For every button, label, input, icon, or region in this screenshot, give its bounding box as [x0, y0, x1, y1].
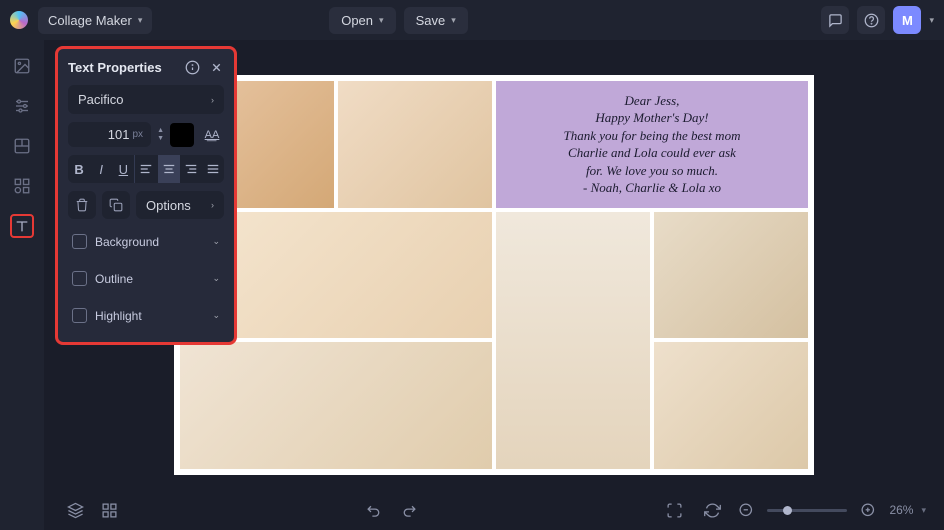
avatar-initial: M: [902, 13, 913, 28]
font-family-selector[interactable]: Pacifico ›: [68, 85, 224, 114]
collage-text-cell[interactable]: Dear Jess, Happy Mother's Day! Thank you…: [496, 81, 808, 208]
bold-button[interactable]: B: [68, 155, 90, 183]
zoom-value: 26%: [889, 503, 913, 517]
open-label: Open: [341, 13, 373, 28]
panel-head-actions: [184, 59, 224, 75]
align-right-button[interactable]: [180, 155, 202, 183]
header-right: M ▾: [821, 6, 934, 34]
background-section[interactable]: Background ⌄: [68, 227, 224, 256]
highlight-section[interactable]: Highlight ⌄: [68, 301, 224, 330]
zoom-out-icon[interactable]: [733, 497, 759, 523]
font-size-input[interactable]: 101px: [68, 122, 151, 147]
font-size-row: 101px ▲ ▼ A͟A: [68, 122, 224, 147]
fullscreen-icon[interactable]: [661, 497, 687, 523]
font-size-stepper[interactable]: ▲ ▼: [157, 127, 164, 142]
format-row: B I U: [68, 155, 224, 183]
duplicate-button[interactable]: [102, 191, 130, 219]
collage-text-line: Thank you for being the best mom: [510, 127, 794, 145]
collage-text-line: Charlie and Lola could ever ask: [510, 144, 794, 162]
text-tool-icon[interactable]: [10, 214, 34, 238]
layers-icon[interactable]: [62, 497, 88, 523]
chevron-right-icon: ›: [211, 200, 214, 210]
chevron-down-icon: ⌄: [212, 236, 220, 247]
top-bar: Collage Maker ▾ Open ▾ Save ▾ M ▾: [0, 0, 944, 40]
text-color-swatch[interactable]: [170, 123, 194, 147]
app-logo-icon: [10, 11, 28, 29]
bottom-left: [62, 497, 122, 523]
options-row: Options ›: [68, 191, 224, 219]
highlight-checkbox[interactable]: [72, 308, 87, 323]
chevron-right-icon: ›: [211, 95, 214, 105]
open-button[interactable]: Open ▾: [329, 7, 395, 34]
text-style-button[interactable]: A͟A: [200, 123, 224, 147]
chevron-down-icon: ▾: [138, 15, 143, 26]
collage-cell[interactable]: [180, 342, 492, 469]
collage-cell[interactable]: [496, 212, 650, 469]
undo-icon[interactable]: [362, 497, 388, 523]
save-label: Save: [416, 13, 446, 28]
collage-cell[interactable]: [338, 81, 492, 208]
redo-icon[interactable]: [396, 497, 422, 523]
image-icon[interactable]: [10, 54, 34, 78]
align-left-button[interactable]: [135, 155, 157, 183]
outline-checkbox[interactable]: [72, 271, 87, 286]
collage-text-line: Happy Mother's Day!: [510, 109, 794, 127]
options-label: Options: [146, 198, 191, 213]
chevron-down-icon: ⌄: [212, 273, 220, 284]
chevron-down-icon[interactable]: ▾: [921, 505, 926, 516]
delete-button[interactable]: [68, 191, 96, 219]
background-label: Background: [95, 235, 204, 249]
highlight-label: Highlight: [95, 309, 204, 323]
chevron-down-icon[interactable]: ▾: [929, 15, 934, 26]
zoom-in-icon[interactable]: [855, 497, 881, 523]
layout-icon[interactable]: [10, 134, 34, 158]
collage-cell[interactable]: [654, 212, 808, 339]
help-icon[interactable]: [857, 6, 885, 34]
italic-button[interactable]: I: [90, 155, 112, 183]
refresh-icon[interactable]: [699, 497, 725, 523]
bottom-center: [362, 497, 422, 523]
bottom-right: 26% ▾: [699, 497, 926, 523]
sticker-icon[interactable]: [10, 174, 34, 198]
panel-header: Text Properties: [68, 59, 224, 75]
underline-button[interactable]: U: [112, 155, 134, 183]
align-justify-button[interactable]: [202, 155, 224, 183]
chevron-down-icon: ▾: [379, 15, 384, 26]
grid-view-icon[interactable]: [96, 497, 122, 523]
chevron-up-icon: ▲: [157, 127, 164, 134]
options-button[interactable]: Options ›: [136, 191, 224, 219]
collage-canvas[interactable]: Dear Jess, Happy Mother's Day! Thank you…: [174, 75, 814, 475]
sliders-icon[interactable]: [10, 94, 34, 118]
avatar[interactable]: M: [893, 6, 921, 34]
chevron-down-icon: ▾: [451, 15, 456, 26]
font-size-value: 101: [108, 127, 130, 142]
collage-cell[interactable]: [654, 342, 808, 469]
save-button[interactable]: Save ▾: [404, 7, 468, 34]
center-controls: Open ▾ Save ▾: [329, 7, 468, 34]
align-center-button[interactable]: [158, 155, 180, 183]
sidebar: [0, 40, 44, 530]
chevron-down-icon: ⌄: [212, 310, 220, 321]
text-properties-panel: Text Properties Pacifico › 101px ▲ ▼ A͟A…: [55, 46, 237, 345]
outline-label: Outline: [95, 272, 204, 286]
zoom-slider[interactable]: [767, 509, 847, 512]
app-name: Collage Maker: [48, 13, 132, 28]
outline-section[interactable]: Outline ⌄: [68, 264, 224, 293]
info-icon[interactable]: [184, 59, 200, 75]
collage-text-line: for. We love you so much.: [510, 162, 794, 180]
bottom-bar: 26% ▾: [44, 490, 944, 530]
collage-text-line: - Noah, Charlie & Lola xo: [510, 179, 794, 197]
panel-title: Text Properties: [68, 60, 162, 75]
chevron-down-icon: ▼: [157, 135, 164, 142]
comment-icon[interactable]: [821, 6, 849, 34]
background-checkbox[interactable]: [72, 234, 87, 249]
close-icon[interactable]: [208, 59, 224, 75]
font-size-unit: px: [133, 129, 144, 140]
font-family-value: Pacifico: [78, 92, 124, 107]
app-selector[interactable]: Collage Maker ▾: [38, 7, 152, 34]
collage-text-line: Dear Jess,: [510, 92, 794, 110]
